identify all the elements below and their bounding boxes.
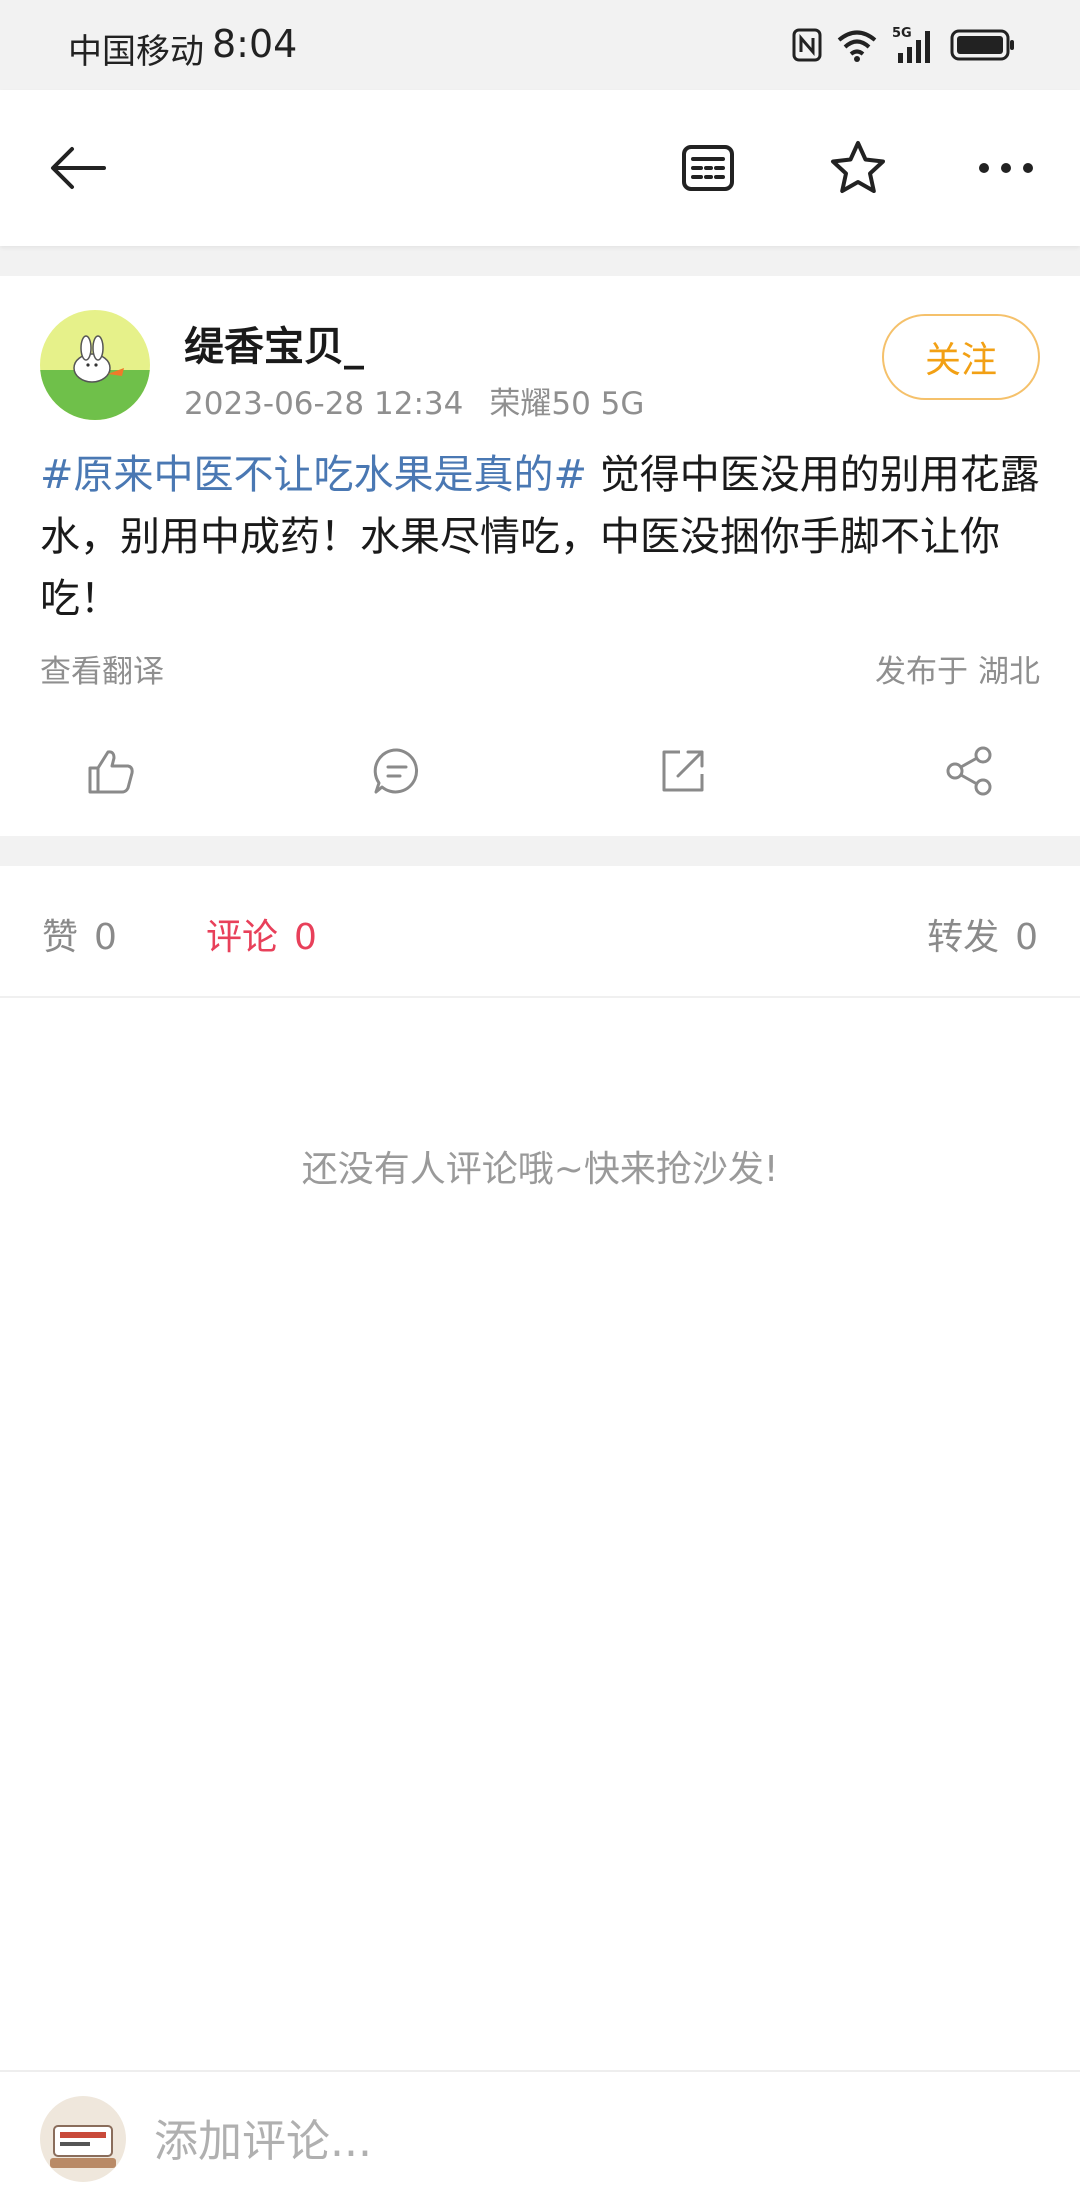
likes-count: 0 — [94, 917, 117, 958]
back-button[interactable] — [34, 124, 122, 212]
signal-icon: 5G — [892, 25, 936, 65]
share-button[interactable] — [936, 738, 1002, 804]
likes-label: 赞 — [42, 917, 79, 958]
location-prefix: 发布于 — [875, 654, 968, 690]
nav-bar — [0, 90, 1080, 246]
back-arrow-icon — [51, 147, 106, 189]
post-body: #原来中医不让吃水果是真的# 觉得中医没用的别用花露水，别用中成药！水果尽情吃，… — [40, 444, 1050, 630]
status-icons: 5G — [792, 22, 1016, 68]
svg-text:5G: 5G — [892, 26, 912, 41]
tab-reposts[interactable]: 转发 0 — [927, 908, 1038, 960]
page: 中国移动 8:04 5G 缇香宝贝_ 2023-06-28 12:34 荣耀50… — [0, 0, 1080, 2204]
location-name: 湖北 — [978, 654, 1040, 690]
share-icon — [946, 746, 992, 796]
user-avatar — [40, 2096, 126, 2182]
post-meta: 2023-06-28 12:34 荣耀50 5G — [184, 378, 644, 423]
follow-button[interactable]: 关注 — [882, 314, 1040, 400]
carrier-label: 中国移动 — [68, 32, 204, 72]
battery-icon — [950, 28, 1016, 62]
empty-comments-message: 还没有人评论哦~快来抢沙发! — [301, 1149, 779, 1190]
star-icon — [831, 141, 885, 193]
translate-link[interactable]: 查看翻译 — [40, 646, 164, 691]
favorite-button[interactable] — [814, 124, 902, 212]
post-location: 发布于 湖北 — [875, 646, 1040, 691]
stats-bar: 赞0 评论 0 转发 0 — [0, 866, 1080, 998]
comment-button[interactable] — [364, 738, 430, 804]
reposts-label: 转发 — [927, 917, 1000, 958]
like-button[interactable] — [78, 738, 144, 804]
reposts-count: 0 — [1015, 917, 1038, 958]
wifi-icon — [836, 28, 878, 62]
more-icon — [979, 163, 1033, 173]
author-avatar[interactable] — [40, 310, 150, 420]
status-bar: 中国移动 8:04 5G — [0, 0, 1080, 90]
repost-button[interactable] — [650, 738, 716, 804]
author-name[interactable]: 缇香宝贝_ — [184, 314, 364, 372]
reader-mode-icon — [682, 145, 734, 191]
comment-input[interactable] — [152, 2100, 1036, 2182]
more-button[interactable] — [962, 124, 1050, 212]
nfc-icon — [792, 28, 822, 62]
post-card: 缇香宝贝_ 2023-06-28 12:34 荣耀50 5G 关注 #原来中医不让… — [0, 276, 1080, 836]
reader-mode-button[interactable] — [664, 124, 752, 212]
tab-comments[interactable]: 评论 0 — [206, 908, 317, 960]
repost-icon — [662, 750, 704, 792]
thumbs-up-icon — [88, 750, 134, 794]
post-timestamp: 2023-06-28 12:34 — [184, 386, 464, 422]
hashtag-link[interactable]: #原来中医不让吃水果是真的# — [40, 452, 587, 498]
comment-icon — [373, 748, 418, 794]
comments-area: 还没有人评论哦~快来抢沙发! — [0, 998, 1080, 2070]
post-device: 荣耀50 5G — [489, 386, 645, 422]
comment-bar — [0, 2070, 1080, 2204]
tab-likes[interactable]: 赞0 — [42, 908, 117, 960]
clock: 8:04 — [212, 22, 298, 66]
comments-label: 评论 — [206, 917, 279, 958]
action-bar — [0, 726, 1080, 816]
comments-count: 0 — [294, 917, 317, 958]
